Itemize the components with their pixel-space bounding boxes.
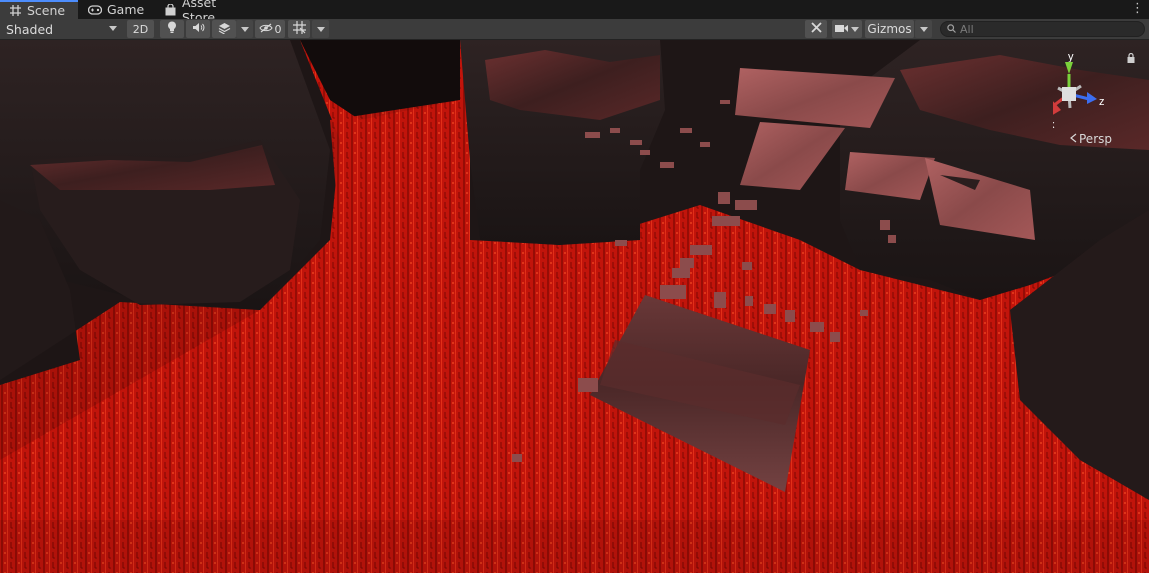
scene-viewport[interactable]: y z x Persp (0, 40, 1149, 573)
speaker-icon (192, 22, 205, 36)
chevron-left-icon (1070, 132, 1077, 146)
chevron-down-icon (919, 26, 928, 32)
chevron-down-icon (240, 26, 249, 32)
projection-toggle[interactable]: Persp (1070, 132, 1112, 146)
grid-dropdown-button[interactable] (312, 20, 329, 38)
wrench-cross-icon (810, 21, 823, 37)
gizmo-y-label: y (1068, 51, 1074, 63)
tab-scene-label: Scene (27, 3, 66, 18)
search-input[interactable] (960, 22, 1130, 36)
effects-toggle-button[interactable] (212, 20, 236, 38)
gizmo-x-label: x (1053, 119, 1055, 131)
tab-scene[interactable]: Scene (0, 0, 78, 19)
gizmo-z-label: z (1099, 96, 1105, 108)
tools-toggle-button[interactable] (805, 20, 827, 38)
lighting-toggle-button[interactable] (160, 20, 184, 38)
audio-toggle-button[interactable] (186, 20, 210, 38)
gizmos-dropdown-button[interactable] (915, 20, 932, 38)
lightbulb-icon (167, 21, 177, 37)
eye-slash-icon (258, 23, 273, 36)
grid-toggle-button[interactable] (288, 20, 310, 38)
2d-toggle-button[interactable]: 2D (127, 20, 154, 38)
hash-grid-icon (8, 4, 22, 18)
2d-toggle-label: 2D (132, 22, 149, 36)
effects-dropdown-button[interactable] (236, 20, 253, 38)
layers-effects-icon (218, 22, 231, 37)
search-icon (947, 22, 956, 36)
chevron-down-icon (316, 26, 325, 32)
gizmos-toggle-button[interactable]: Gizmos (865, 20, 914, 38)
draw-mode-value: Shaded (6, 21, 54, 37)
more-options-icon[interactable]: ⋮ (1131, 2, 1144, 16)
camera-icon (835, 23, 848, 36)
chevron-down-icon (109, 26, 117, 31)
chevron-down-icon (851, 26, 859, 32)
gamepad-icon (88, 3, 102, 17)
tab-game[interactable]: Game (80, 0, 158, 19)
hidden-count: 0 (274, 22, 282, 36)
hierarchy-search (940, 21, 1145, 37)
tab-game-label: Game (107, 2, 145, 17)
hidden-objects-toggle-button[interactable]: 0 (255, 20, 285, 38)
camera-settings-button[interactable] (832, 20, 862, 38)
scene-toolbar: Shaded 2D 0 Gizmos All (0, 19, 1149, 40)
tab-asset-store[interactable]: Asset Store (156, 0, 256, 25)
lock-icon[interactable] (1126, 52, 1136, 63)
grid-icon (292, 21, 306, 37)
draw-mode-dropdown[interactable]: Shaded (2, 20, 121, 38)
projection-label: Persp (1079, 132, 1112, 146)
shopping-bag-icon (164, 3, 177, 17)
tab-bar: Scene Game Asset Store ⋮ (0, 0, 1149, 25)
gizmos-label: Gizmos (867, 22, 912, 36)
scene-render (0, 40, 1149, 573)
